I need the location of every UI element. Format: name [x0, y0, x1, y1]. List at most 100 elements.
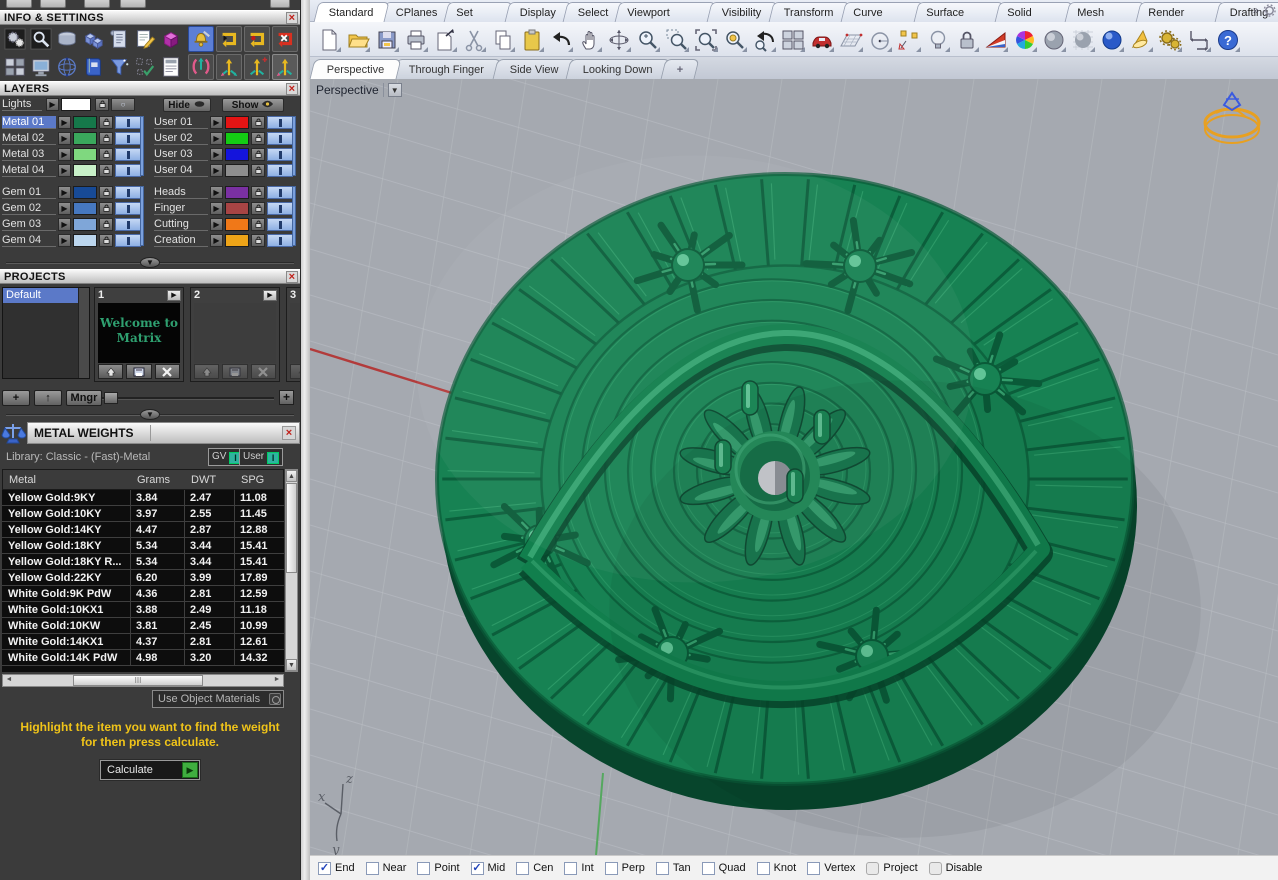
layer-expand-icon[interactable]: ▶ [58, 116, 71, 129]
layer-current-button[interactable] [115, 132, 141, 145]
layer-expand-icon[interactable]: ▶ [58, 132, 71, 145]
menu-tab-mesh-tools[interactable]: Mesh Tools [1064, 2, 1145, 39]
slot-delete-icon[interactable] [250, 364, 276, 379]
layer-name[interactable]: User 02 [154, 132, 208, 145]
layer-expand-icon[interactable]: ▶ [210, 218, 223, 231]
open-file-icon[interactable] [343, 25, 372, 54]
magenta-material-icon[interactable] [158, 26, 184, 52]
checkbox[interactable] [516, 861, 530, 875]
layer-name[interactable]: User 03 [154, 148, 208, 161]
layer-color-swatch[interactable] [73, 116, 97, 129]
checkbox[interactable] [807, 861, 821, 875]
gumball-pink-icon[interactable] [188, 54, 214, 80]
lock-icon[interactable] [99, 132, 113, 145]
layer-current-button[interactable] [115, 116, 141, 129]
lock-icon[interactable] [952, 25, 981, 54]
checkbox[interactable] [866, 861, 880, 875]
save-icon[interactable] [372, 25, 401, 54]
layer-expand-icon[interactable]: ▶ [210, 116, 223, 129]
menu-tab-transform[interactable]: Transform [768, 2, 850, 22]
spotlight-cone-icon[interactable] [1126, 25, 1155, 54]
gumball-gray-icon[interactable] [272, 54, 298, 80]
lock-icon[interactable] [99, 218, 113, 231]
checkbox[interactable] [655, 861, 669, 875]
zoom-window-icon[interactable] [662, 25, 691, 54]
new-document-icon[interactable] [314, 25, 343, 54]
table-row[interactable]: Yellow Gold:18KY 5.34 3.44 15.41 [2, 538, 284, 554]
lock-icon[interactable] [251, 186, 265, 199]
layer-name[interactable]: Metal 03 [2, 148, 56, 161]
viewport-name[interactable]: Perspective [316, 83, 379, 97]
add-project-button[interactable]: + [2, 390, 30, 406]
layer-color-swatch[interactable] [225, 132, 249, 145]
scrollbar-thumb[interactable] [286, 483, 297, 573]
lock-icon[interactable] [99, 234, 113, 247]
layer-current-button[interactable] [267, 148, 293, 161]
perspective-viewport[interactable]: x z y Perspective ▼ [310, 79, 1278, 855]
copy-icon[interactable] [488, 25, 517, 54]
checkbox[interactable]: ✓ [318, 861, 331, 875]
menu-tab-surface-tools[interactable]: Surface Tools [913, 2, 1004, 39]
table-horizontal-scrollbar[interactable]: ◄ III ► [2, 674, 284, 687]
slot-load-icon[interactable] [194, 364, 220, 379]
gears-options-icon[interactable] [1155, 25, 1184, 54]
rotate-view-icon[interactable] [604, 25, 633, 54]
gumball-teal-icon[interactable] [216, 54, 242, 80]
collapse-arrow-icon[interactable]: ▼ [140, 409, 160, 420]
layer-expand-icon[interactable]: ▶ [58, 148, 71, 161]
layer-current-button[interactable] [267, 234, 293, 247]
layer-expand-icon[interactable]: ▶ [210, 186, 223, 199]
viewport-tab-through-finger[interactable]: Through Finger [391, 59, 503, 79]
scroll-down-icon[interactable]: ▼ [286, 659, 297, 671]
gear-icon[interactable] [1263, 4, 1276, 17]
layer-expand-icon[interactable]: ▶ [46, 98, 59, 111]
pan-icon[interactable] [575, 25, 604, 54]
loop-stop-icon[interactable] [272, 26, 298, 52]
layer-name[interactable]: Metal 02 [2, 132, 56, 145]
layer-expand-icon[interactable]: ▶ [210, 164, 223, 177]
layer-expand-icon[interactable]: ▶ [58, 202, 71, 215]
car-walkabout-icon[interactable] [807, 25, 836, 54]
layer-name[interactable]: Lights [2, 98, 42, 111]
layer-color-swatch[interactable] [73, 164, 97, 177]
viewport-grid-icon[interactable] [2, 54, 28, 80]
lock-icon[interactable] [99, 148, 113, 161]
layer-color-swatch[interactable] [73, 202, 97, 215]
viewport-menu-dropdown[interactable]: ▼ [387, 83, 402, 97]
table-column-header[interactable]: Grams [137, 474, 170, 486]
slot-menu-icon[interactable]: ▶ [167, 290, 181, 301]
layer-name[interactable]: User 01 [154, 116, 208, 129]
binder-book-icon[interactable] [80, 54, 106, 80]
paste-icon[interactable] [517, 25, 546, 54]
menu-tab-curve-tools[interactable]: Curve Tools [840, 2, 923, 39]
table-row[interactable]: Yellow Gold:22KY 6.20 3.99 17.89 [2, 570, 284, 586]
cplane-grid-icon[interactable] [836, 25, 865, 54]
project-list[interactable]: Default [2, 287, 90, 379]
lock-icon[interactable] [99, 186, 113, 199]
table-column-header[interactable]: Metal [9, 474, 36, 486]
table-row[interactable]: White Gold:10KW 3.81 2.45 10.99 [2, 618, 284, 634]
table-row[interactable]: White Gold:10KX1 3.88 2.49 11.18 [2, 602, 284, 618]
lock-icon[interactable] [251, 148, 265, 161]
project-slot[interactable]: 2 ▶ [190, 287, 280, 382]
script-scroll-icon[interactable] [106, 26, 132, 52]
close-icon[interactable]: × [286, 12, 298, 24]
project-slot[interactable]: 1 ▶ Welcome to Matrix [94, 287, 184, 382]
project-slider[interactable] [102, 392, 274, 404]
viewport-tab-perspective[interactable]: Perspective [309, 59, 402, 79]
overflow-chevron-icon[interactable]: » [1253, 5, 1259, 17]
layer-color-swatch[interactable] [225, 164, 249, 177]
menu-tab-visibility[interactable]: Visibility [706, 2, 778, 22]
sphere-environment-icon[interactable] [1068, 25, 1097, 54]
menu-tab-set-view[interactable]: Set View [443, 2, 514, 39]
layer-name[interactable]: Gem 04 [2, 234, 56, 247]
menu-tab-solid-tools[interactable]: Solid Tools [994, 2, 1074, 39]
layer-color-swatch[interactable] [225, 116, 249, 129]
lock-icon[interactable] [251, 202, 265, 215]
table-row[interactable]: White Gold:14K PdW 4.98 3.20 14.32 [2, 650, 284, 666]
dimension-icon[interactable] [1184, 25, 1213, 54]
project-list-scrollbar[interactable] [78, 288, 89, 378]
circle-radius-icon[interactable] [865, 25, 894, 54]
table-row[interactable]: Yellow Gold:10KY 3.97 2.55 11.45 [2, 506, 284, 522]
slot-menu-icon[interactable]: ▶ [263, 290, 277, 301]
